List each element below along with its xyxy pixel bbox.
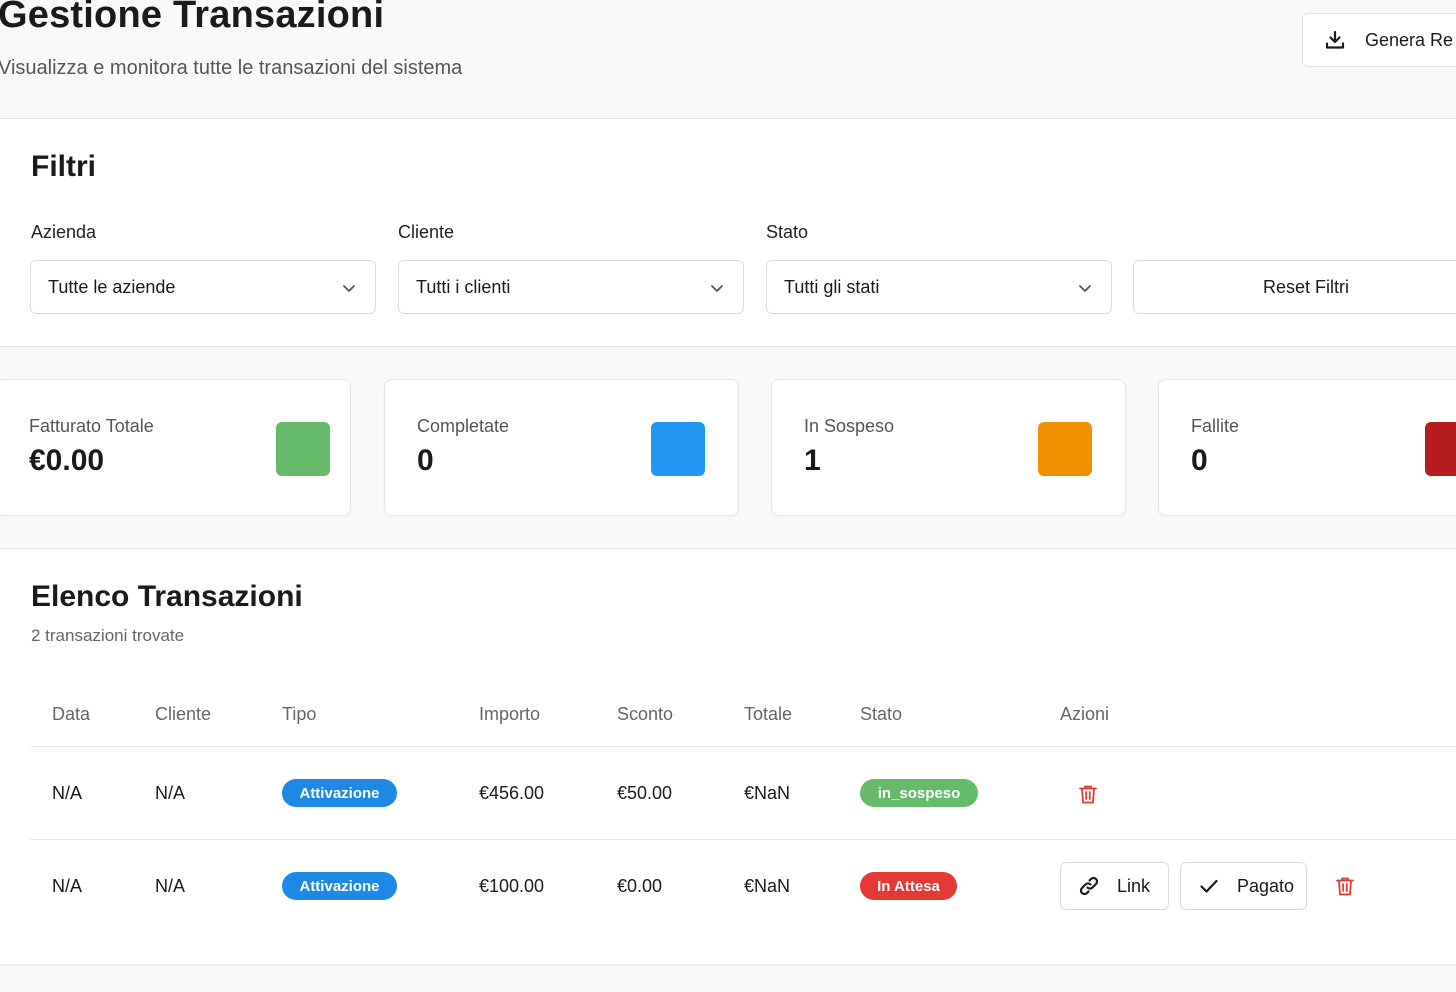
filters-title: Filtri bbox=[31, 150, 96, 183]
stat-label: Fatturato Totale bbox=[29, 416, 154, 436]
generate-report-button[interactable]: Genera Re bbox=[1302, 13, 1456, 67]
stat-card-fallite: Fallite 0 bbox=[1158, 379, 1456, 516]
link-button[interactable]: Link bbox=[1060, 862, 1169, 910]
stat-value: €0.00 bbox=[29, 444, 105, 477]
stat-card-fatturato: Fatturato Totale €0.00 bbox=[0, 379, 351, 516]
tipo-badge: Attivazione bbox=[282, 779, 397, 807]
stat-value: 0 bbox=[1191, 444, 1208, 477]
table-divider bbox=[30, 839, 1456, 840]
cell-data: N/A bbox=[52, 783, 83, 803]
stat-color-swatch bbox=[651, 422, 705, 476]
cliente-select[interactable]: Tutti i clienti bbox=[398, 260, 744, 314]
stat-label: Completate bbox=[417, 416, 510, 436]
stato-select[interactable]: Tutti gli stati bbox=[766, 260, 1112, 314]
chevron-down-icon bbox=[709, 280, 725, 296]
transactions-title: Elenco Transazioni bbox=[31, 580, 303, 613]
stat-color-swatch bbox=[276, 422, 330, 476]
column-header-sconto[interactable]: Sconto bbox=[617, 704, 673, 725]
link-icon bbox=[1077, 874, 1101, 898]
cell-cliente: N/A bbox=[155, 876, 186, 896]
stat-label: In Sospeso bbox=[804, 416, 895, 436]
status-badge: In Attesa bbox=[860, 872, 957, 900]
column-header-azioni: Azioni bbox=[1060, 704, 1110, 724]
trash-icon[interactable] bbox=[1334, 875, 1356, 897]
column-header-stato[interactable]: Stato bbox=[860, 704, 902, 725]
stat-value: 1 bbox=[804, 444, 821, 477]
stato-select-value: Tutti gli stati bbox=[784, 276, 880, 297]
cliente-label: Cliente bbox=[398, 222, 455, 242]
reset-filters-button[interactable]: Reset Filtri bbox=[1133, 260, 1456, 314]
cell-importo: €100.00 bbox=[479, 876, 545, 896]
cell-sconto: €0.00 bbox=[617, 876, 663, 896]
table-divider bbox=[30, 746, 1456, 747]
column-header-data[interactable]: Data bbox=[52, 704, 90, 725]
page-subtitle: Visualizza e monitora tutte le transazio… bbox=[0, 57, 463, 79]
cliente-select-value: Tutti i clienti bbox=[416, 276, 511, 297]
stat-color-swatch bbox=[1425, 422, 1456, 476]
column-header-tipo[interactable]: Tipo bbox=[282, 704, 316, 725]
download-icon bbox=[1325, 30, 1345, 50]
trash-icon[interactable] bbox=[1077, 783, 1099, 805]
link-button-label: Link bbox=[1117, 875, 1151, 896]
stat-value: 0 bbox=[417, 444, 434, 477]
stat-label: Fallite bbox=[1191, 416, 1240, 436]
stat-card-completate: Completate 0 bbox=[384, 379, 739, 516]
pagato-button[interactable]: Pagato bbox=[1180, 862, 1307, 910]
stat-color-swatch bbox=[1038, 422, 1092, 476]
column-header-cliente[interactable]: Cliente bbox=[155, 704, 211, 725]
pagato-button-label: Pagato bbox=[1237, 875, 1295, 896]
cell-importo: €456.00 bbox=[479, 783, 545, 803]
cell-totale: €NaN bbox=[744, 876, 791, 896]
tipo-badge: Attivazione bbox=[282, 872, 397, 900]
column-header-totale[interactable]: Totale bbox=[744, 704, 792, 725]
cell-sconto: €50.00 bbox=[617, 783, 673, 803]
cell-cliente: N/A bbox=[155, 783, 186, 803]
azienda-select-value: Tutte le aziende bbox=[48, 276, 176, 297]
status-badge: in_sospeso bbox=[860, 779, 978, 807]
cell-data: N/A bbox=[52, 876, 83, 896]
cell-totale: €NaN bbox=[744, 783, 791, 803]
column-header-importo[interactable]: Importo bbox=[479, 704, 540, 725]
transactions-count: 2 transazioni trovate bbox=[31, 626, 185, 645]
chevron-down-icon bbox=[1077, 280, 1093, 296]
stat-card-in-sospeso: In Sospeso 1 bbox=[771, 379, 1126, 516]
chevron-down-icon bbox=[341, 280, 357, 296]
generate-report-label: Genera Re bbox=[1365, 29, 1454, 50]
azienda-label: Azienda bbox=[31, 222, 97, 242]
page-title: Gestione Transazioni bbox=[0, 0, 385, 36]
check-icon bbox=[1197, 874, 1221, 898]
stato-label: Stato bbox=[766, 222, 809, 242]
azienda-select[interactable]: Tutte le aziende bbox=[30, 260, 376, 314]
